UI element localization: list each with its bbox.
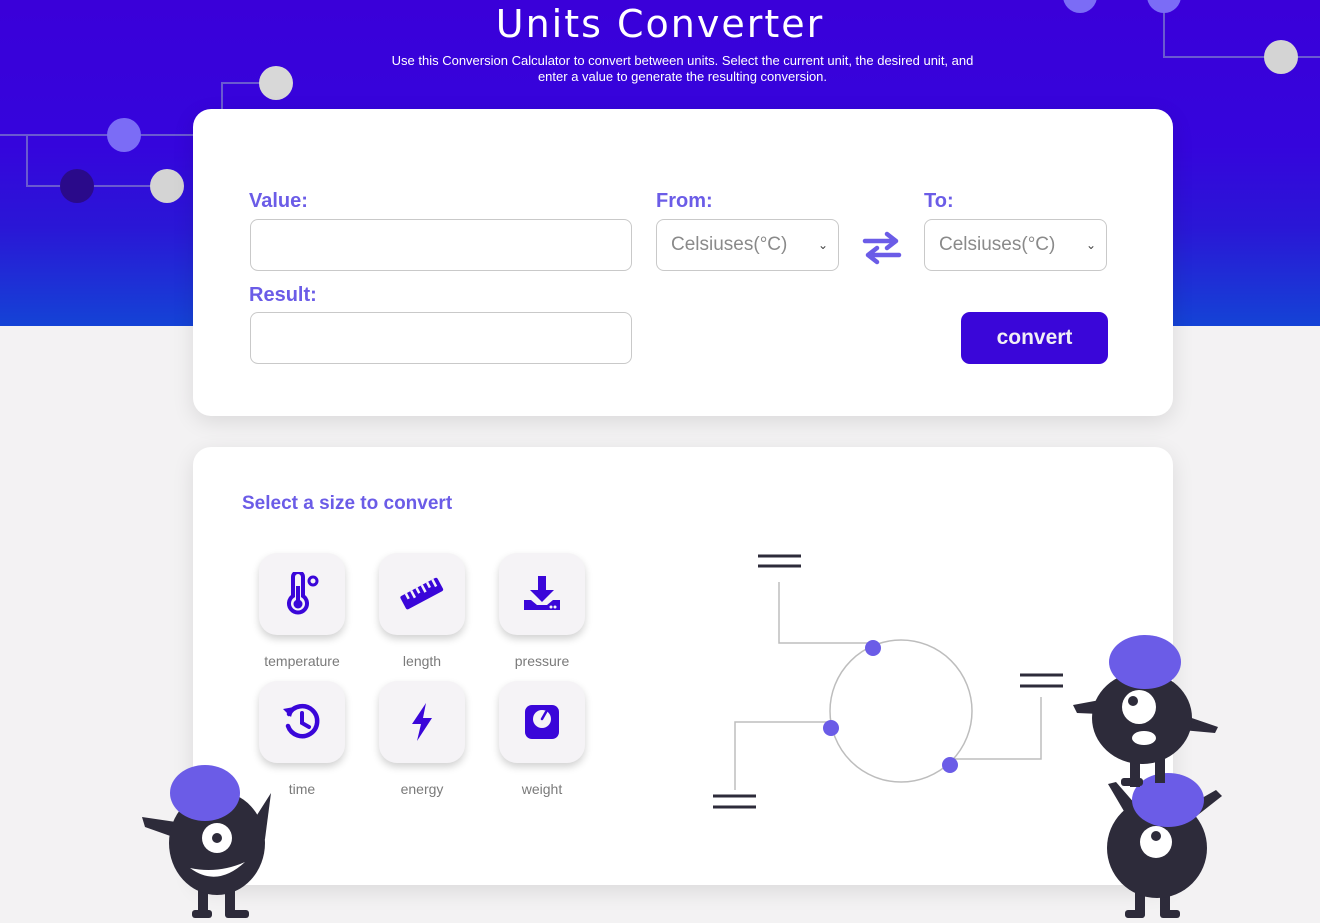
category-label: weight	[521, 781, 563, 797]
category-weight-button[interactable]	[499, 681, 585, 763]
category-time-button[interactable]	[259, 681, 345, 763]
category-label: pressure	[514, 653, 570, 669]
category-label: time	[288, 781, 316, 797]
scale-icon	[525, 705, 559, 739]
to-unit-value: Celsiuses(°C)	[939, 234, 1056, 255]
converter-card: Value: From: Celsiuses(°C) ⌄ To: Celsius…	[193, 109, 1173, 416]
result-input[interactable]	[250, 312, 632, 364]
category-label: temperature	[264, 653, 340, 669]
chevron-down-icon: ⌄	[1085, 238, 1096, 252]
category-pressure-button[interactable]	[499, 553, 585, 635]
thermometer-icon	[287, 572, 319, 615]
to-unit-select[interactable]: Celsiuses(°C) ⌄	[924, 219, 1107, 271]
ruler-icon	[400, 577, 444, 610]
lightning-icon	[412, 703, 432, 741]
category-heading: Select a size to convert	[242, 493, 453, 514]
category-energy-button[interactable]	[379, 681, 465, 763]
convert-button[interactable]: convert	[961, 312, 1108, 364]
category-label: length	[402, 653, 442, 669]
to-label: To:	[924, 190, 954, 212]
value-input[interactable]	[250, 219, 632, 271]
from-unit-value: Celsiuses(°C)	[671, 234, 788, 255]
page-subtitle: Use this Conversion Calculator to conver…	[391, 53, 974, 84]
swap-arrows-icon[interactable]	[861, 230, 903, 266]
from-unit-select[interactable]: Celsiuses(°C) ⌄	[656, 219, 839, 271]
category-card: Select a size to convert temperature len…	[193, 447, 1173, 885]
history-icon	[283, 703, 320, 739]
category-length-button[interactable]	[379, 553, 465, 635]
result-label: Result:	[249, 284, 317, 306]
value-label: Value:	[249, 190, 308, 212]
chevron-down-icon: ⌄	[817, 238, 828, 252]
category-label: energy	[400, 781, 444, 797]
pressure-download-icon	[524, 576, 560, 610]
from-label: From:	[656, 190, 713, 212]
page-title: Units Converter	[495, 2, 825, 46]
category-temperature-button[interactable]	[259, 553, 345, 635]
